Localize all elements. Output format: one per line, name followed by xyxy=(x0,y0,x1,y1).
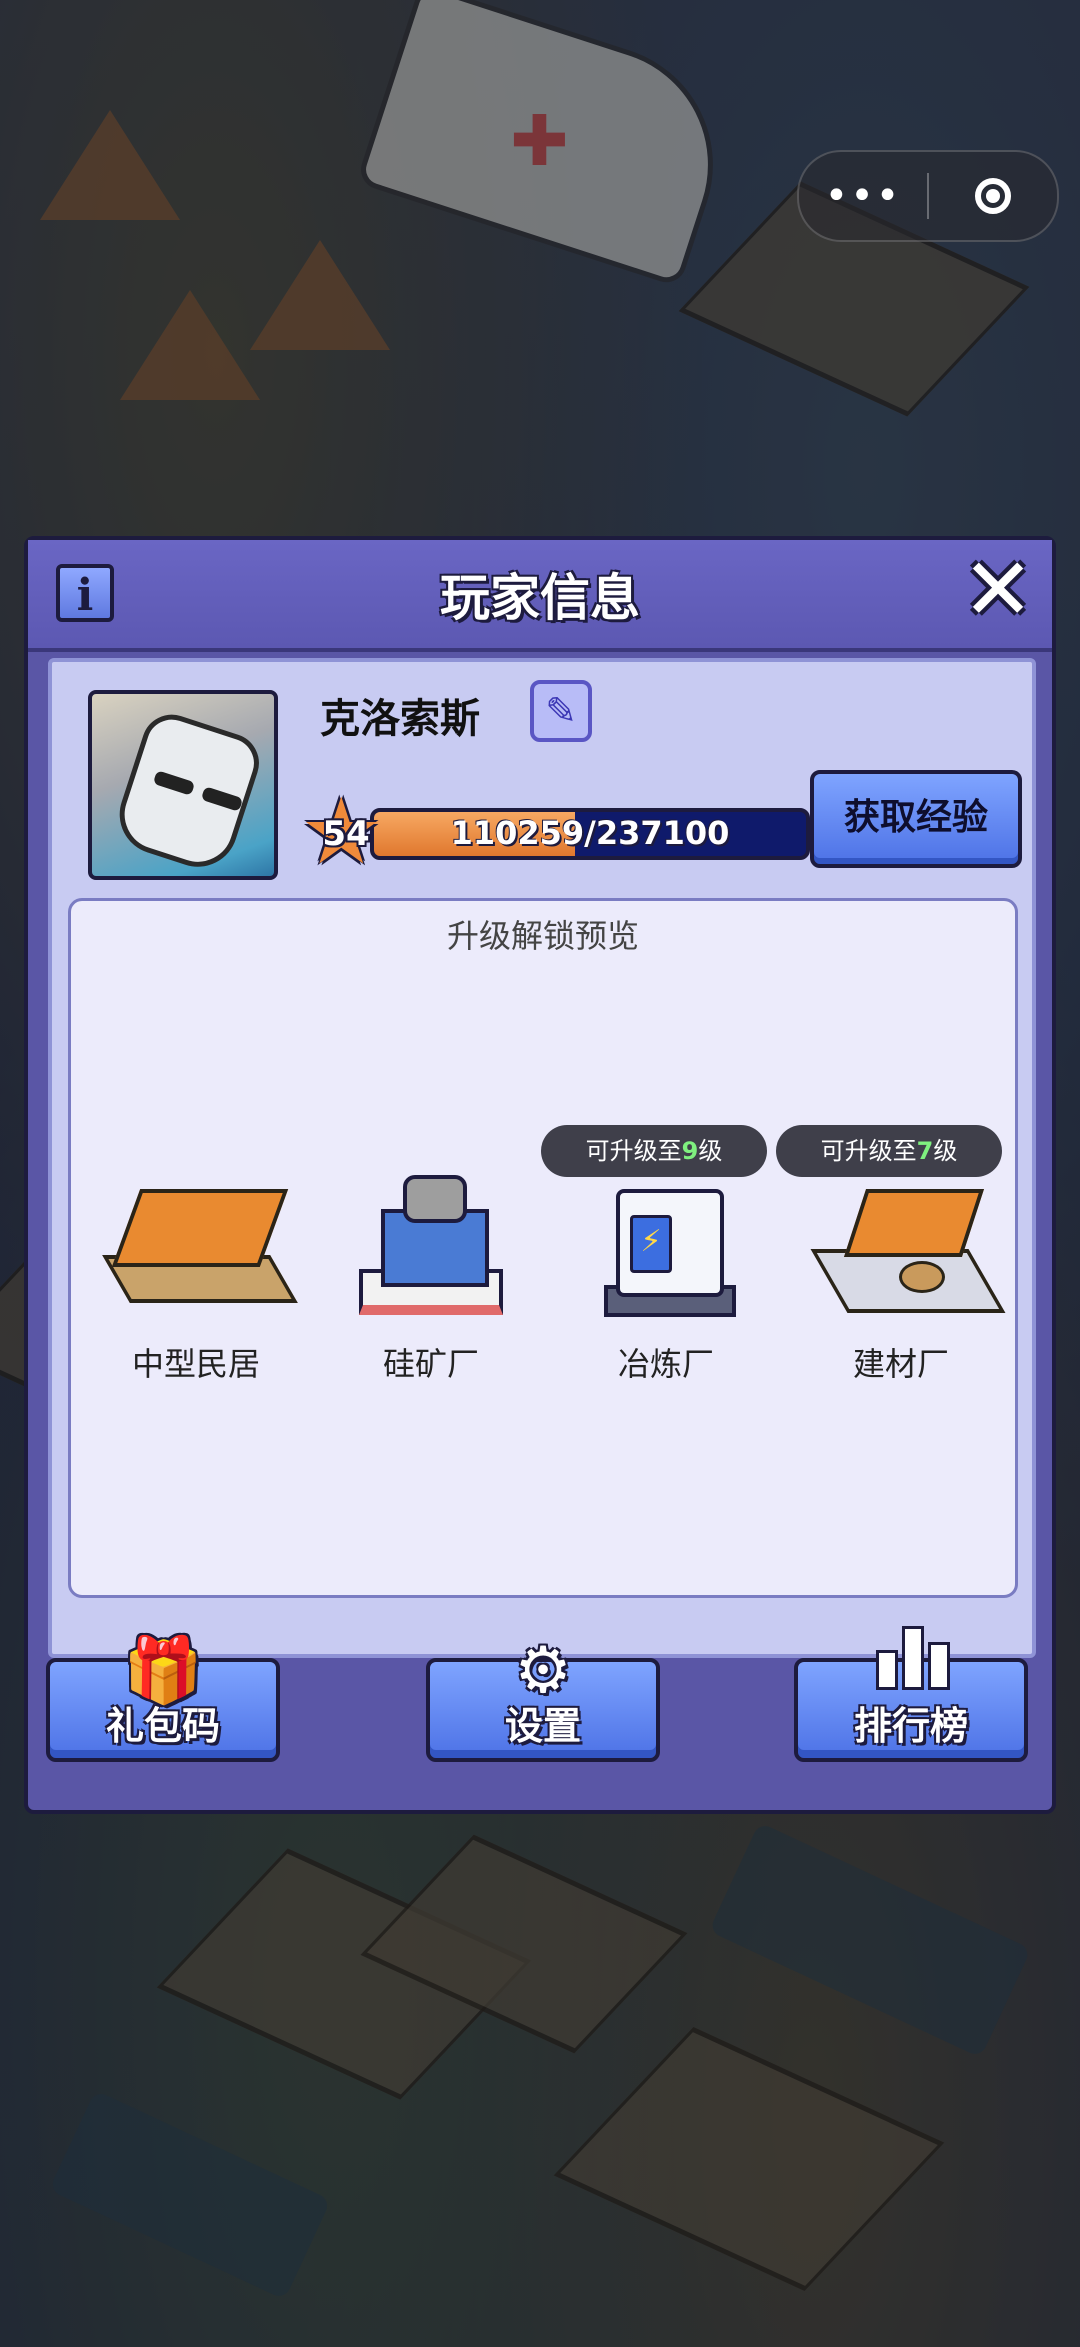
building-name: 中型民居 xyxy=(131,1345,260,1383)
medium-house-icon xyxy=(102,1169,298,1319)
building-card-medium-house[interactable]: 中型民居 xyxy=(81,1161,311,1391)
miniprogram-capsule: ••• xyxy=(797,150,1059,242)
building-card-silicon-mine[interactable]: 硅矿厂 xyxy=(316,1161,546,1391)
building-name: 冶炼厂 xyxy=(617,1345,714,1383)
get-exp-button[interactable]: 获取经验 xyxy=(810,770,1022,868)
player-info-panel: 克洛索斯 ✎ 110259/237100 ★ 54 获取经验 升级解锁预览 中型… xyxy=(48,658,1036,1658)
target-circle-icon xyxy=(975,178,1011,214)
silicon-mine-icon xyxy=(351,1169,511,1319)
bar xyxy=(876,1650,898,1690)
xp-text: 110259/237100 xyxy=(450,814,730,852)
building-name: 硅矿厂 xyxy=(382,1345,479,1383)
bar xyxy=(902,1626,924,1690)
badge-prefix: 可升级至 xyxy=(820,1137,917,1165)
badge-level: 9 xyxy=(681,1137,699,1165)
dialog-titlebar: i 玩家信息 ✕ xyxy=(28,540,1052,652)
badge-suffix: 级 xyxy=(933,1137,958,1165)
dialog-title: 玩家信息 xyxy=(440,569,640,627)
gift-code-button[interactable]: 🎁 礼包码 xyxy=(46,1636,280,1762)
preview-title: 升级解锁预览 xyxy=(446,917,639,955)
gift-code-label: 礼包码 xyxy=(105,1704,220,1748)
building-name: 建材厂 xyxy=(852,1345,949,1383)
avatar[interactable] xyxy=(88,690,278,880)
factory-roof xyxy=(843,1189,985,1257)
bar-chart-icon xyxy=(876,1626,956,1690)
upgrade-unlock-preview: 升级解锁预览 中型民居 硅矿厂 可升级至9级 ⚡ 冶炼厂 可升级至7级 建材厂 xyxy=(68,898,1018,1598)
more-dots-icon[interactable]: ••• xyxy=(799,152,927,240)
player-info-dialog: i 玩家信息 ✕ 克洛索斯 ✎ 110259/237100 ★ 54 获取经验 … xyxy=(24,536,1056,1814)
player-level: 54 xyxy=(322,814,370,854)
house-roof xyxy=(111,1189,289,1267)
bar xyxy=(928,1642,950,1690)
edit-name-button[interactable]: ✎ xyxy=(530,680,592,742)
close-button[interactable]: ✕ xyxy=(960,547,1036,633)
pencil-icon: ✎ xyxy=(545,689,577,733)
badge-suffix: 级 xyxy=(698,1137,723,1165)
smelter-icon: ⚡ xyxy=(586,1169,746,1319)
log-icon xyxy=(899,1261,945,1293)
leaderboard-button[interactable]: 排行榜 xyxy=(794,1626,1028,1762)
settings-button[interactable]: ⚙ 设置 xyxy=(426,1636,660,1762)
leaderboard-label: 排行榜 xyxy=(853,1704,968,1748)
lightning-icon: ⚡ xyxy=(630,1215,672,1273)
capsule-close-button[interactable] xyxy=(929,178,1057,214)
player-name: 克洛索斯 xyxy=(320,696,480,742)
building-card-materials-factory[interactable]: 可升级至7级 建材厂 xyxy=(776,1125,1016,1391)
badge-level: 7 xyxy=(916,1137,934,1165)
settings-label: 设置 xyxy=(504,1704,581,1748)
xp-progress-bar: 110259/237100 xyxy=(370,808,810,860)
mine-rock xyxy=(403,1175,467,1223)
building-card-smelter[interactable]: 可升级至9级 ⚡ 冶炼厂 xyxy=(541,1125,781,1391)
badge-prefix: 可升级至 xyxy=(585,1137,682,1165)
materials-factory-icon xyxy=(810,1169,1006,1319)
